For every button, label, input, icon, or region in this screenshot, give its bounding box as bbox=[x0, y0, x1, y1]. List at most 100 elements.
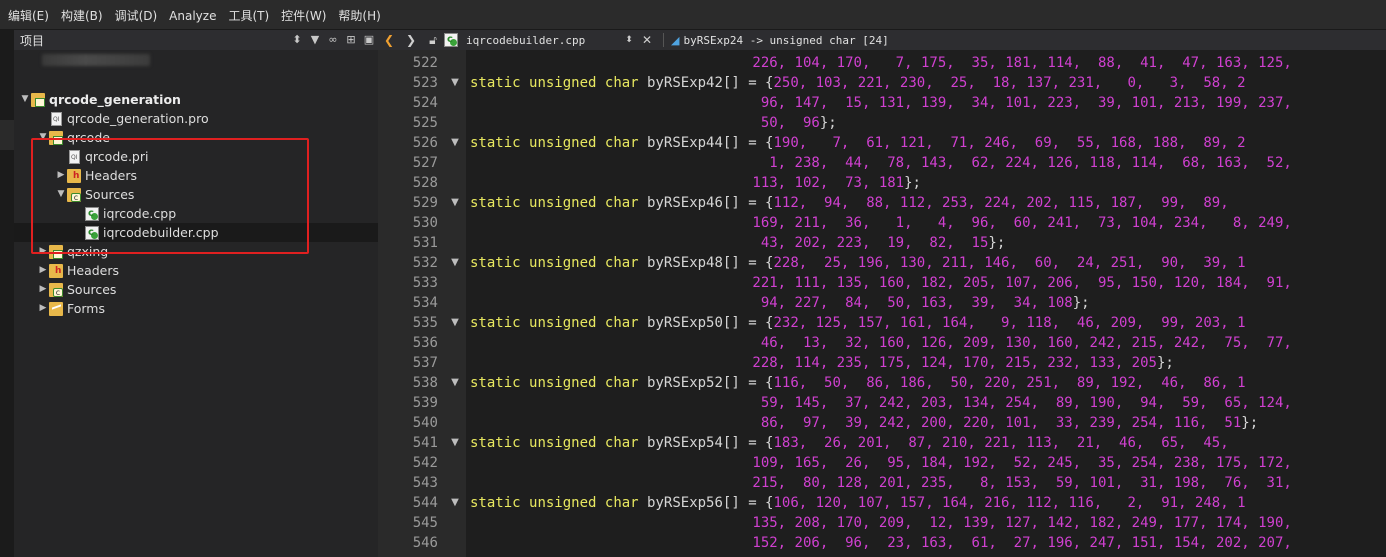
code-line[interactable]: 96, 147, 15, 131, 139, 34, 101, 223, 39,… bbox=[752, 93, 1292, 113]
forward-arrow-icon[interactable]: ❯ bbox=[400, 30, 422, 50]
tree-item[interactable]: ▶ Sources bbox=[14, 280, 378, 299]
close-file-icon[interactable]: ✕ bbox=[636, 30, 658, 50]
line-number: 528 bbox=[412, 175, 438, 191]
projects-panel: 项目 ⬍ ▼ ∞ ⊞ ▣ ▼ qrcode_generation qrcode_ge… bbox=[0, 30, 378, 557]
code-line[interactable]: static unsigned char byRSExp46[] = {112,… bbox=[470, 193, 1229, 213]
keyword-token: static bbox=[470, 195, 521, 211]
code-line[interactable]: 43, 202, 223, 19, 82, 15}; bbox=[752, 233, 1005, 253]
line-number: 527 bbox=[412, 155, 438, 171]
line-number: 533 bbox=[412, 275, 438, 291]
tree-item[interactable]: ▶ Forms bbox=[14, 299, 378, 318]
code-line[interactable]: 228, 114, 235, 175, 124, 170, 215, 232, … bbox=[752, 353, 1173, 373]
code-line[interactable]: static unsigned char byRSExp44[] = {190,… bbox=[470, 133, 1246, 153]
line-number: 532 bbox=[412, 255, 438, 271]
fold-arrow-icon[interactable]: ▼ bbox=[449, 73, 461, 93]
collapsed-arrow-icon[interactable]: ▶ bbox=[37, 280, 49, 299]
keyword-token: unsigned bbox=[529, 195, 597, 211]
code-line[interactable]: static unsigned char byRSExp52[] = {116,… bbox=[470, 373, 1246, 393]
tree-item[interactable]: qrcode_generation.pro bbox=[14, 109, 378, 128]
fold-arrow-icon[interactable]: ▼ bbox=[449, 253, 461, 273]
fold-arrow-icon[interactable]: ▼ bbox=[449, 373, 461, 393]
number-values: 96, 147, 15, 131, 139, 34, 101, 223, 39,… bbox=[752, 95, 1292, 111]
line-number: 546 bbox=[412, 535, 438, 551]
code-line[interactable]: 86, 97, 39, 242, 200, 220, 101, 33, 239,… bbox=[752, 413, 1258, 433]
symbol-selector[interactable]: byRSExp24 -> unsigned char [24] bbox=[679, 34, 888, 47]
keyword-token: static bbox=[470, 255, 521, 271]
number-values: 169, 211, 36, 1, 4, 96, 60, 241, 73, 104… bbox=[752, 215, 1292, 231]
menu-help[interactable]: 帮助(H) bbox=[332, 0, 386, 30]
tree-item[interactable]: ▶ Headers bbox=[14, 261, 378, 280]
code-line[interactable]: 50, 96}; bbox=[752, 113, 837, 133]
code-editor: ❮ ❯ 🔓︎ iqrcodebuilder.cpp ⬍ ✕ ◢ byRSExp2… bbox=[378, 30, 1386, 557]
lock-icon[interactable]: 🔓︎ bbox=[422, 30, 444, 50]
mode-bar bbox=[0, 30, 14, 557]
menu-edit[interactable]: 编辑(E) bbox=[2, 0, 55, 30]
forms-folder-icon bbox=[49, 301, 63, 316]
close-panel-icon[interactable]: ▣ bbox=[360, 30, 378, 50]
expanded-arrow-icon[interactable]: ▼ bbox=[19, 90, 31, 109]
code-line[interactable]: 46, 13, 32, 160, 126, 209, 130, 160, 242… bbox=[752, 333, 1292, 353]
declaration-token: byRSExp56[] = { bbox=[647, 495, 774, 511]
fold-arrow-icon[interactable]: ▼ bbox=[449, 313, 461, 333]
code-line[interactable]: 169, 211, 36, 1, 4, 96, 60, 241, 73, 104… bbox=[752, 213, 1291, 233]
mode-bar-active-marker bbox=[0, 120, 14, 150]
fold-arrow-icon[interactable]: ▼ bbox=[449, 133, 461, 153]
code-line[interactable]: 221, 111, 135, 160, 182, 205, 107, 206, … bbox=[752, 273, 1291, 293]
menu-debug[interactable]: 调试(D) bbox=[109, 0, 164, 30]
menu-build[interactable]: 构建(B) bbox=[55, 0, 109, 30]
declaration-token: byRSExp52[] = { bbox=[647, 375, 774, 391]
code-line[interactable]: 135, 208, 170, 209, 12, 139, 127, 142, 1… bbox=[752, 513, 1291, 533]
code-line[interactable]: 59, 145, 37, 242, 203, 134, 254, 89, 190… bbox=[752, 393, 1292, 413]
collapsed-arrow-icon[interactable]: ▶ bbox=[37, 299, 49, 318]
keyword-token: static bbox=[470, 135, 521, 151]
closing-punct: }; bbox=[1156, 355, 1174, 371]
file-selector-updown-icon[interactable]: ⬍ bbox=[622, 35, 636, 45]
project-tree: ▼ qrcode_generation qrcode_generation.pro ▼… bbox=[14, 50, 378, 557]
editor-toolbar: ❮ ❯ 🔓︎ iqrcodebuilder.cpp ⬍ ✕ ◢ byRSExp2… bbox=[378, 30, 1386, 50]
keyword-token: char bbox=[604, 435, 639, 451]
number-values: 1, 238, 44, 78, 143, 62, 224, 126, 118, … bbox=[752, 155, 1292, 171]
tree-item-label: qrcode_generation.pro bbox=[67, 111, 209, 126]
filter-icon[interactable]: ▼ bbox=[306, 30, 324, 50]
open-file-selector[interactable]: iqrcodebuilder.cpp bbox=[462, 34, 622, 47]
code-line[interactable]: 94, 227, 84, 50, 163, 39, 34, 108}; bbox=[752, 293, 1090, 313]
updown-icon[interactable]: ⬍ bbox=[288, 30, 306, 50]
code-text-area[interactable]: 226, 104, 170, 7, 175, 35, 181, 114, 88,… bbox=[466, 50, 1386, 557]
collapsed-arrow-icon[interactable]: ▶ bbox=[37, 261, 49, 280]
code-line[interactable]: static unsigned char byRSExp50[] = {232,… bbox=[470, 313, 1246, 333]
number-values: 135, 208, 170, 209, 12, 139, 127, 142, 1… bbox=[752, 515, 1292, 531]
line-number: 530 bbox=[412, 215, 438, 231]
code-line[interactable]: 215, 80, 128, 201, 235, 8, 153, 59, 101,… bbox=[752, 473, 1291, 493]
line-number: 543 bbox=[412, 475, 438, 491]
tree-item[interactable]: ▼ qrcode_generation bbox=[14, 90, 378, 109]
fold-arrow-icon[interactable]: ▼ bbox=[449, 493, 461, 513]
line-number: 523 bbox=[412, 75, 438, 91]
code-line[interactable]: static unsigned char byRSExp54[] = {183,… bbox=[470, 433, 1229, 453]
split-icon[interactable]: ⊞ bbox=[342, 30, 360, 50]
menu-tools[interactable]: 工具(T) bbox=[222, 0, 275, 30]
menu-analyze[interactable]: Analyze bbox=[163, 0, 222, 30]
declaration-token: byRSExp50[] = { bbox=[647, 315, 774, 331]
projects-panel-header: 项目 ⬍ ▼ ∞ ⊞ ▣ bbox=[14, 30, 378, 50]
code-line[interactable]: 226, 104, 170, 7, 175, 35, 181, 114, 88,… bbox=[752, 53, 1291, 73]
code-line[interactable]: 109, 165, 26, 95, 184, 192, 52, 245, 35,… bbox=[752, 453, 1291, 473]
link-icon[interactable]: ∞ bbox=[324, 30, 342, 50]
menu-bar: 编辑(E) 构建(B) 调试(D) Analyze 工具(T) 控件(W) 帮助… bbox=[0, 0, 1386, 30]
fold-arrow-icon[interactable]: ▼ bbox=[449, 193, 461, 213]
line-number: 544 bbox=[412, 495, 438, 511]
annotation-highlight-box bbox=[31, 138, 309, 254]
menu-widgets[interactable]: 控件(W) bbox=[275, 0, 332, 30]
code-line[interactable]: static unsigned char byRSExp56[] = {106,… bbox=[470, 493, 1246, 513]
declaration-token: byRSExp46[] = { bbox=[647, 195, 774, 211]
declaration-token: byRSExp48[] = { bbox=[647, 255, 774, 271]
closing-punct: }; bbox=[1072, 295, 1090, 311]
fold-arrow-icon[interactable]: ▼ bbox=[449, 433, 461, 453]
code-line[interactable]: static unsigned char byRSExp42[] = {250,… bbox=[470, 73, 1246, 93]
code-line[interactable]: 152, 206, 96, 23, 163, 61, 27, 196, 247,… bbox=[752, 533, 1291, 553]
code-line[interactable]: 113, 102, 73, 181}; bbox=[752, 173, 921, 193]
keyword-token: unsigned bbox=[529, 135, 597, 151]
code-line[interactable]: 1, 238, 44, 78, 143, 62, 224, 126, 118, … bbox=[752, 153, 1292, 173]
code-line[interactable]: static unsigned char byRSExp48[] = {228,… bbox=[470, 253, 1246, 273]
projects-panel-title[interactable]: 项目 bbox=[14, 32, 288, 49]
back-arrow-icon[interactable]: ❮ bbox=[378, 30, 400, 50]
